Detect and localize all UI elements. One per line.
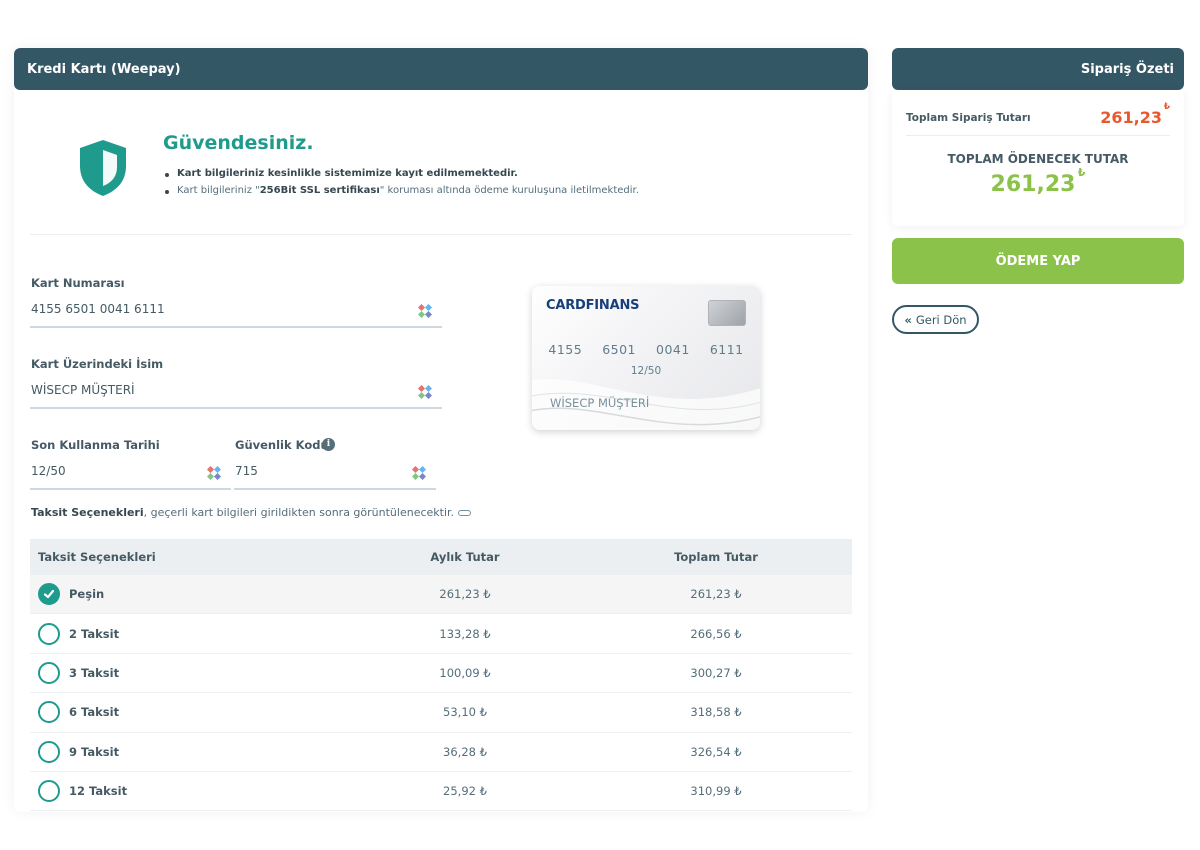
- installment-label: 3 Taksit: [69, 665, 120, 680]
- security-item-ssl: Kart bilgileriniz "256Bit SSL sertifikas…: [163, 185, 639, 196]
- double-chevron-left-icon: «: [904, 312, 912, 327]
- info-icon[interactable]: i: [322, 438, 335, 451]
- back-button-label: Geri Dön: [915, 312, 967, 327]
- installment-option[interactable]: 12 Taksit: [30, 780, 360, 803]
- order-summary-header: Sipariş Özeti: [892, 48, 1184, 90]
- card-preview-expiry: 12/50: [630, 365, 662, 377]
- card-number-group: 6501: [602, 342, 636, 357]
- installment-option[interactable]: 9 Taksit: [30, 740, 360, 763]
- expiry-field[interactable]: 12/50: [30, 460, 231, 490]
- autofill-icon: [418, 304, 432, 318]
- installment-option[interactable]: 6 Taksit: [30, 701, 360, 724]
- cvv-label: Güvenlik Kodu: [235, 438, 329, 452]
- monthly-amount: 36,28 ₺: [443, 744, 487, 759]
- payment-panel: Kredi Kartı (Weepay) Güvendesiniz. Kart …: [14, 48, 868, 812]
- shield-icon: [80, 140, 126, 196]
- table-row[interactable]: 9 Taksit 36,28 ₺ 326,54 ₺: [30, 733, 852, 772]
- expiry-label: Son Kullanma Tarihi: [31, 438, 160, 452]
- radio-icon[interactable]: [38, 661, 60, 684]
- installment-option[interactable]: Peşin: [30, 583, 360, 606]
- card-preview-number: 4155 6501 0041 6111: [532, 342, 760, 357]
- total-amount: 266,56 ₺: [690, 626, 742, 641]
- autofill-icon: [412, 466, 426, 480]
- card-brand-logo: CARDFINANS: [546, 298, 640, 313]
- payment-panel-header: Kredi Kartı (Weepay): [14, 48, 868, 90]
- table-header: Taksit Seçenekleri Aylık Tutar Toplam Tu…: [30, 539, 852, 575]
- autofill-icon: [207, 466, 221, 480]
- installment-label: Peşin: [69, 587, 105, 602]
- order-total-value: 261,23 ₺: [1100, 102, 1170, 127]
- order-total-row: Toplam Sipariş Tutarı 261,23 ₺: [906, 100, 1170, 136]
- order-summary-title: Sipariş Özeti: [1080, 61, 1174, 77]
- card-name-field[interactable]: WİSECP MÜŞTERİ: [30, 379, 442, 409]
- installment-option[interactable]: 2 Taksit: [30, 622, 360, 645]
- expiry-value: 12/50: [31, 464, 66, 478]
- section-divider: [30, 234, 852, 235]
- radio-checked-icon[interactable]: [38, 583, 60, 606]
- total-amount: 326,54 ₺: [690, 744, 742, 759]
- security-list: Kart bilgileriniz kesinlikle sistemimize…: [163, 168, 639, 202]
- total-amount: 300,27 ₺: [690, 665, 742, 680]
- card-number-label: Kart Numarası: [31, 276, 125, 290]
- currency-symbol: ₺: [1077, 166, 1086, 179]
- card-number-group: 0041: [656, 342, 690, 357]
- card-preview-holder: WİSECP MÜŞTERİ: [550, 396, 650, 410]
- card-chip-icon: [708, 300, 746, 326]
- installment-note: Taksit Seçenekleri, geçerli kart bilgile…: [31, 506, 472, 519]
- table-row[interactable]: 2 Taksit 133,28 ₺ 266,56 ₺: [30, 614, 852, 654]
- radio-icon[interactable]: [38, 780, 60, 803]
- installment-table: Taksit Seçenekleri Aylık Tutar Toplam Tu…: [30, 539, 852, 812]
- monthly-amount: 100,09 ₺: [439, 665, 491, 680]
- installment-label: 6 Taksit: [69, 705, 120, 720]
- security-item-storage: Kart bilgileriniz kesinlikle sistemimize…: [163, 168, 639, 179]
- table-row[interactable]: 6 Taksit 53,10 ₺ 318,58 ₺: [30, 693, 852, 733]
- back-button[interactable]: « Geri Dön: [892, 305, 979, 334]
- cvv-value: 715: [235, 464, 258, 478]
- pay-button[interactable]: ÖDEME YAP: [892, 238, 1184, 284]
- card-wave-decoration: [532, 379, 760, 430]
- order-summary: Toplam Sipariş Tutarı 261,23 ₺ TOPLAM ÖDE…: [892, 90, 1184, 226]
- card-number-group: 4155: [548, 342, 583, 357]
- card-preview: CARDFINANS 4155 6501 0041 6111 12/50 WİS…: [532, 286, 760, 430]
- currency-symbol: ₺: [1163, 102, 1170, 112]
- card-number-value: 4155 6501 0041 6111: [31, 302, 165, 316]
- column-header-options: Taksit Seçenekleri: [38, 550, 156, 564]
- autofill-icon: [418, 385, 432, 399]
- column-header-monthly: Aylık Tutar: [430, 550, 500, 564]
- table-row[interactable]: 12 Taksit 25,92 ₺ 310,99 ₺: [30, 772, 852, 812]
- order-total-label: Toplam Sipariş Tutarı: [906, 111, 1031, 124]
- radio-icon[interactable]: [38, 701, 60, 724]
- security-notice: Güvendesiniz. Kart bilgileriniz kesinlik…: [14, 132, 868, 234]
- installment-option[interactable]: 3 Taksit: [30, 661, 360, 684]
- monthly-amount: 261,23 ₺: [439, 587, 491, 602]
- cvv-field[interactable]: 715: [234, 460, 436, 490]
- card-name-value: WİSECP MÜŞTERİ: [31, 383, 135, 397]
- monthly-amount: 25,92 ₺: [443, 784, 487, 799]
- total-amount: 261,23 ₺: [690, 587, 742, 602]
- radio-icon[interactable]: [38, 622, 60, 645]
- column-header-total: Toplam Tutar: [674, 550, 758, 564]
- card-number-field[interactable]: 4155 6501 0041 6111: [30, 298, 442, 328]
- table-body: Peşin 261,23 ₺ 261,23 ₺ 2 Taksit 133,28 ₺ 266…: [30, 575, 852, 812]
- toggle-icon[interactable]: [458, 510, 472, 516]
- installment-label: 2 Taksit: [69, 626, 120, 641]
- monthly-amount: 133,28 ₺: [439, 626, 491, 641]
- payment-method-title: Kredi Kartı (Weepay): [27, 61, 181, 77]
- radio-icon[interactable]: [38, 740, 60, 763]
- total-amount: 310,99 ₺: [690, 784, 742, 799]
- card-name-label: Kart Üzerindeki İsim: [31, 357, 164, 371]
- installment-label: 12 Taksit: [69, 784, 128, 799]
- payable-value: 261,23 ₺: [990, 166, 1086, 197]
- card-number-group: 6111: [709, 342, 744, 357]
- installment-label: 9 Taksit: [69, 744, 120, 759]
- security-title: Güvendesiniz.: [163, 132, 314, 154]
- table-row[interactable]: 3 Taksit 100,09 ₺ 300,27 ₺: [30, 654, 852, 694]
- total-amount: 318,58 ₺: [690, 705, 742, 720]
- monthly-amount: 53,10 ₺: [443, 705, 487, 720]
- table-row[interactable]: Peşin 261,23 ₺ 261,23 ₺: [30, 575, 852, 615]
- payable-label: TOPLAM ÖDENECEK TUTAR: [947, 152, 1129, 166]
